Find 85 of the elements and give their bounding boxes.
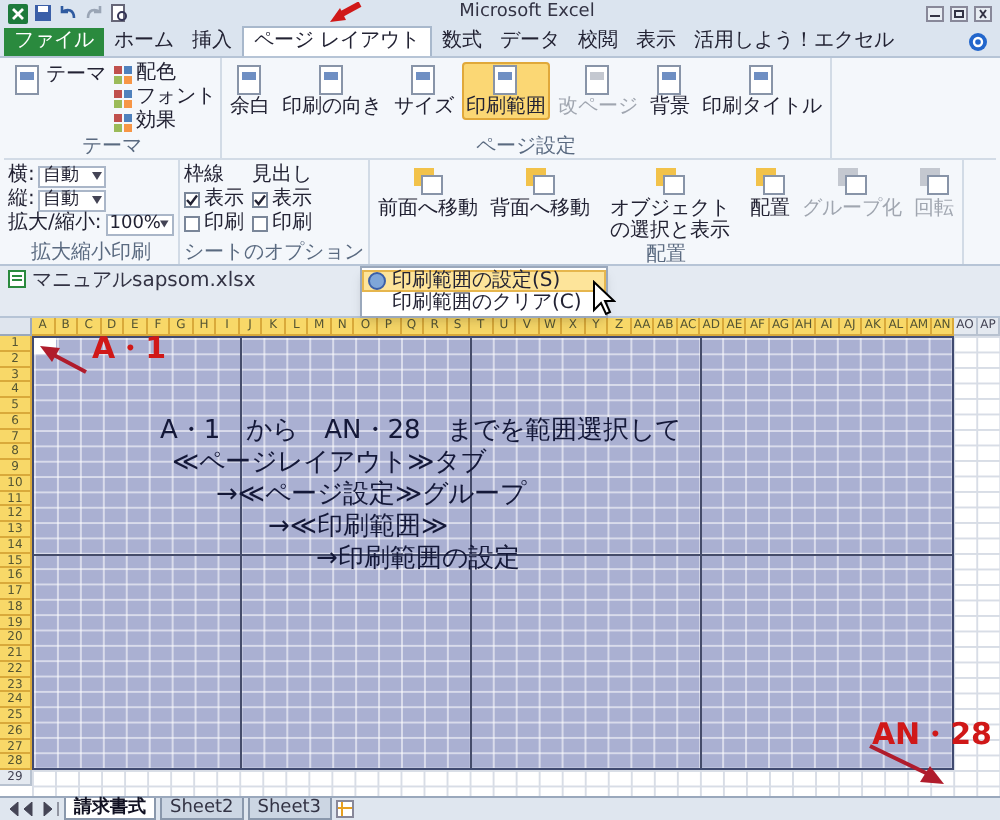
instruction-text: →≪印刷範囲≫ <box>268 512 451 544</box>
ribbon-tab[interactable]: 数式 <box>434 28 491 56</box>
checkbox-label: 印刷 <box>271 212 312 236</box>
pointer-arrow <box>36 342 88 374</box>
ribbon-tab[interactable]: 挿入 <box>184 28 240 56</box>
checkbox[interactable] <box>251 216 268 232</box>
swatch-icon <box>114 89 132 107</box>
minimize-icon[interactable] <box>926 5 945 21</box>
sheet-tab[interactable]: Sheet2 <box>160 798 244 820</box>
layers-icon <box>523 166 556 198</box>
option-heading: 枠線 <box>183 164 226 187</box>
layers-icon <box>835 166 868 198</box>
page-icon <box>316 64 348 96</box>
swatch-icon <box>114 65 132 83</box>
checkbox-label: 表示 <box>271 188 312 211</box>
checkbox[interactable] <box>183 192 200 208</box>
undo-icon[interactable] <box>58 4 78 22</box>
ribbon-button[interactable]: 前面へ移動 <box>373 164 482 222</box>
page-icon <box>490 64 522 96</box>
menu-item[interactable]: 印刷範囲の設定(S) <box>362 270 606 292</box>
ribbon-button[interactable]: 背景 <box>646 62 694 120</box>
page-icon <box>582 64 614 96</box>
field-label: 縦: <box>8 188 35 211</box>
checkbox[interactable] <box>183 216 200 232</box>
dropdown-field[interactable]: 自動 <box>38 165 107 187</box>
caret-icon <box>160 220 170 228</box>
layers-icon <box>917 166 950 198</box>
layers-icon <box>411 166 444 198</box>
caret-icon <box>92 172 103 180</box>
layers-icon <box>653 166 686 198</box>
ribbon-button[interactable]: 印刷範囲 <box>462 62 550 120</box>
checkbox-label: 印刷 <box>203 212 244 236</box>
ribbon-tab[interactable]: 校閲 <box>570 28 627 56</box>
save-icon[interactable] <box>34 4 52 22</box>
ribbon-button[interactable]: オブジェクトの選択と表示 <box>597 164 742 244</box>
instruction-text: A・1 から AN・28 までを範囲選択して <box>160 416 681 448</box>
file-tab[interactable]: ファイル <box>4 28 104 56</box>
ribbon-tab[interactable]: 活用しよう！エクセル <box>686 28 903 56</box>
ribbon-button[interactable]: 配色 <box>114 62 216 86</box>
sheet-navigation-icon[interactable] <box>8 802 60 816</box>
pointer-arrow <box>868 744 948 788</box>
group-label: ページ設定 <box>474 136 578 158</box>
sheet-tab[interactable]: Sheet3 <box>247 798 331 820</box>
close-icon[interactable] <box>974 5 993 21</box>
checkbox-label: 表示 <box>203 188 244 211</box>
option-heading: 見出し <box>251 164 312 187</box>
page-icon <box>234 64 266 96</box>
ribbon-button[interactable]: テーマ <box>8 62 110 98</box>
ribbon-tab[interactable]: ホーム <box>106 28 182 56</box>
ribbon-tab[interactable]: 表示 <box>628 28 685 56</box>
window-title: Microsoft Excel <box>459 0 595 26</box>
caret-icon <box>92 196 103 204</box>
print-preview-icon[interactable] <box>110 4 128 22</box>
dropdown-field[interactable]: 100% <box>105 213 174 235</box>
group-label: シートのオプション <box>183 242 364 264</box>
ribbon-button[interactable]: 効果 <box>114 110 216 134</box>
print-area-icon <box>368 272 386 290</box>
ribbon-button[interactable]: 背面へ移動 <box>485 164 594 222</box>
dropdown-field[interactable]: 自動 <box>38 189 107 211</box>
workbook-title: マニュアルsapsom.xlsx <box>32 270 256 292</box>
ribbon-tab[interactable]: データ <box>492 28 569 56</box>
page-icon <box>654 64 686 96</box>
page-icon <box>12 64 44 96</box>
ribbon-button[interactable]: 配置 <box>745 164 794 222</box>
workbook-icon <box>8 270 26 288</box>
field-label: 拡大/縮小: <box>8 212 102 236</box>
checkbox[interactable] <box>251 192 268 208</box>
sheet-tab[interactable]: 請求書式 <box>64 798 156 820</box>
new-sheet-icon[interactable] <box>335 800 355 818</box>
page-icon <box>746 64 778 96</box>
ribbon-button[interactable]: 余白 <box>226 62 274 120</box>
group-label: 配置 <box>643 244 688 264</box>
swatch-icon <box>114 113 132 131</box>
maximize-icon[interactable] <box>950 5 969 21</box>
field-label: 横: <box>8 164 35 188</box>
ribbon-button[interactable]: 印刷タイトル <box>698 62 826 120</box>
group-label: 拡大縮小印刷 <box>28 242 153 264</box>
ribbon-button[interactable]: 印刷の向き <box>278 62 386 120</box>
ribbon-button[interactable]: サイズ <box>390 62 458 120</box>
group-label: テーマ <box>80 136 144 158</box>
ribbon-button[interactable]: フォント <box>114 86 216 110</box>
spreadsheet-logo-icon <box>8 3 28 23</box>
page-icon <box>408 64 440 96</box>
annotation-label: A・1 <box>92 330 167 366</box>
layers-icon <box>753 166 786 198</box>
